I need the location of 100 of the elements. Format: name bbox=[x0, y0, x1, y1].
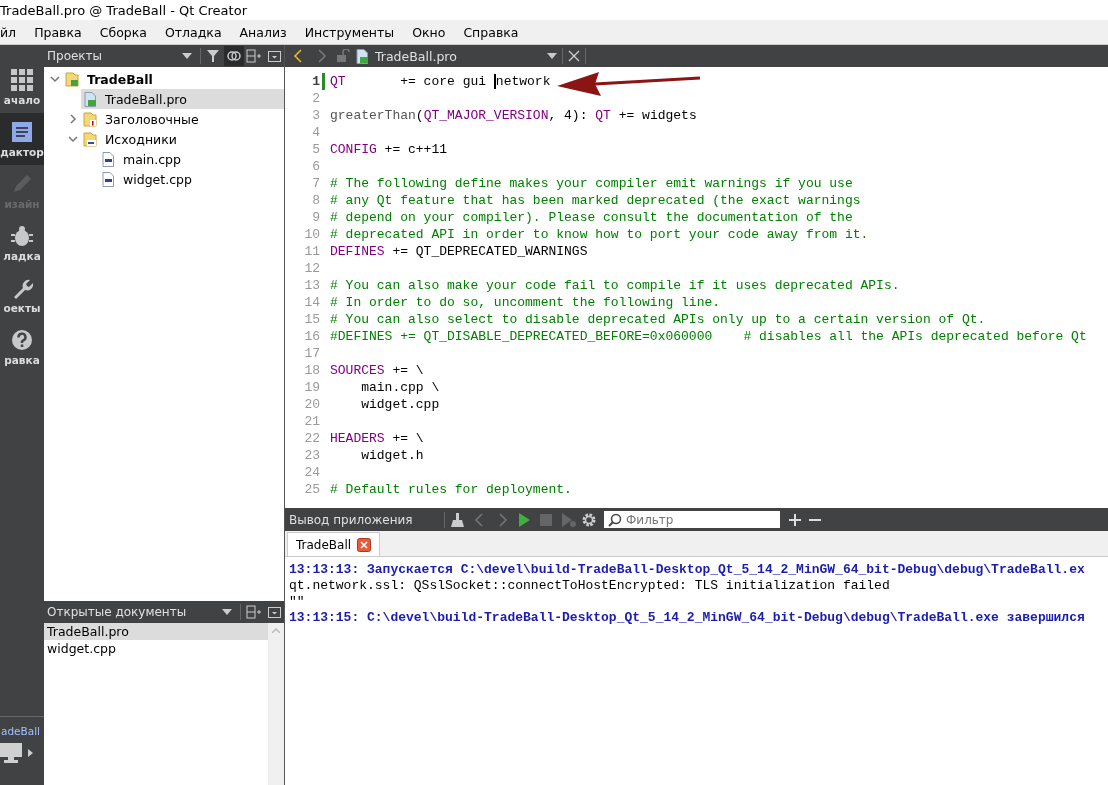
code-line: #DEFINES += QT_DISABLE_DEPRECATED_BEFORE=0x060000 # disables all the APIs deprecated before Qt bbox=[330, 329, 1087, 344]
line-number: 21 bbox=[303, 414, 321, 429]
folder-icon bbox=[83, 111, 97, 127]
filter-icon[interactable] bbox=[207, 49, 221, 63]
line-number: 22 bbox=[303, 431, 321, 446]
split-icon[interactable] bbox=[246, 49, 262, 63]
tree-item[interactable]: Заголовочные bbox=[105, 111, 199, 127]
dropdown-caret-icon[interactable] bbox=[222, 609, 232, 615]
menu-item[interactable]: Окно bbox=[403, 24, 455, 40]
line-number: 19 bbox=[303, 380, 321, 395]
menu-item[interactable]: Правка bbox=[25, 24, 91, 40]
line-number: 10 bbox=[303, 227, 321, 242]
line-number: 1 bbox=[311, 74, 321, 89]
document-item[interactable]: widget.cpp bbox=[44, 640, 268, 657]
code-line: # The following define makes your compiler emit warnings if you use bbox=[330, 176, 853, 191]
line-number: 14 bbox=[303, 295, 321, 310]
code-line: # In order to do so, uncomment the following line. bbox=[330, 295, 721, 310]
code-line: main.cpp \ bbox=[360, 380, 440, 395]
menu-item[interactable]: йл bbox=[0, 24, 26, 40]
tree-item[interactable]: Исходники bbox=[105, 131, 177, 147]
pane-title[interactable]: Открытые документы bbox=[47, 605, 217, 619]
add-icon[interactable] bbox=[786, 512, 804, 527]
file-icon bbox=[101, 151, 115, 167]
tree-item[interactable]: TradeBall bbox=[87, 71, 153, 87]
code-line: CONFIG += c++11 bbox=[330, 142, 448, 157]
code-line: SOURCES += \ bbox=[330, 363, 424, 378]
menu-item[interactable]: Анализ bbox=[230, 24, 296, 40]
mode-button[interactable]: равка bbox=[0, 321, 44, 373]
scrollbar[interactable] bbox=[268, 623, 284, 785]
code-line: widget.h bbox=[360, 448, 424, 463]
bug-icon bbox=[11, 224, 33, 247]
menu-item[interactable]: Сборка bbox=[90, 24, 156, 40]
line-number: 20 bbox=[303, 397, 321, 412]
split-icon[interactable] bbox=[246, 605, 262, 619]
dropdown-caret-icon[interactable] bbox=[182, 53, 192, 59]
line-number: 15 bbox=[303, 312, 321, 327]
kit-label: adeBall bbox=[0, 725, 42, 737]
line-number: 17 bbox=[303, 346, 321, 361]
output-line: "" bbox=[288, 593, 306, 609]
text-cursor bbox=[493, 74, 496, 89]
line-number: 6 bbox=[311, 159, 321, 174]
pane-title[interactable]: Проекты bbox=[47, 49, 177, 63]
line-number: 25 bbox=[303, 482, 321, 497]
code-line: DEFINES += QT_DEPRECATED_WARNINGS bbox=[330, 244, 588, 259]
line-number: 8 bbox=[311, 193, 321, 208]
menu-item[interactable]: Справка bbox=[454, 24, 528, 40]
line-number: 13 bbox=[303, 278, 321, 293]
settings-icon[interactable] bbox=[580, 511, 598, 528]
line-number: 23 bbox=[303, 448, 321, 463]
close-icon[interactable] bbox=[357, 537, 372, 552]
mode-button[interactable]: ачало bbox=[0, 61, 44, 113]
link-icon[interactable] bbox=[227, 51, 241, 61]
search-icon bbox=[608, 513, 622, 527]
line-number: 7 bbox=[311, 176, 321, 191]
code-line: # You can also make your code fail to compile if it uses deprecated APIs. bbox=[330, 278, 900, 293]
code-line: HEADERS += \ bbox=[330, 431, 424, 446]
editor-icon bbox=[11, 120, 33, 143]
output-line: 13:13:13: Запускается C:\devel\build-TradeBall-Desktop_Qt_5_14_2_MinGW_64_bit-Debug\debug\TradeBall.ex bbox=[288, 561, 1086, 577]
folder-icon bbox=[83, 131, 97, 147]
file-icon bbox=[83, 91, 97, 107]
tree-item[interactable]: widget.cpp bbox=[123, 171, 192, 187]
line-number: 24 bbox=[303, 465, 321, 480]
line-number: 5 bbox=[311, 142, 321, 157]
line-number: 3 bbox=[311, 108, 321, 123]
menu-item[interactable]: Отладка bbox=[155, 24, 231, 40]
grid-icon bbox=[11, 68, 33, 91]
line-number: 2 bbox=[311, 91, 321, 106]
line-number: 4 bbox=[311, 125, 321, 140]
code-line: # Default rules for deployment. bbox=[330, 482, 572, 497]
expand-arrow-icon[interactable] bbox=[28, 749, 33, 757]
line-number: 9 bbox=[311, 210, 321, 225]
pane-title: Вывод приложения bbox=[289, 512, 414, 527]
line-number: 18 bbox=[303, 363, 321, 378]
line-number: 16 bbox=[303, 329, 321, 344]
code-line: widget.cpp bbox=[360, 397, 440, 412]
close-pane-icon[interactable] bbox=[267, 606, 281, 618]
filter-field[interactable]: Фильтр bbox=[604, 511, 780, 528]
line-number: 11 bbox=[303, 244, 321, 259]
dropdown-caret-icon[interactable] bbox=[547, 53, 557, 59]
code-line: # depend on your compiler). Please consult the documentation of the bbox=[330, 210, 853, 225]
monitor-icon[interactable] bbox=[0, 743, 22, 763]
output-line: 13:13:15: C:\devel\build-TradeBall-Desktop_Qt_5_14_2_MinGW_64_bit-Debug\debug\TradeBall.exe завершился bbox=[288, 609, 1086, 625]
output-tab[interactable]: TradeBall bbox=[287, 532, 381, 556]
code-line: # You can also select to disable deprecated APIs only up to a certain version of Qt. bbox=[330, 312, 986, 327]
folder-icon bbox=[65, 71, 79, 87]
mode-button[interactable]: ладка bbox=[0, 217, 44, 269]
code-line: QT += core gui network bbox=[330, 74, 551, 89]
line-number: 12 bbox=[303, 261, 321, 276]
menu-item[interactable]: Инструменты bbox=[295, 24, 404, 40]
pencil-icon bbox=[11, 172, 33, 195]
help-icon bbox=[11, 328, 33, 351]
code-line: greaterThan(QT_MAJOR_VERSION, 4): QT += widgets bbox=[330, 108, 697, 123]
document-item[interactable]: TradeBall.pro bbox=[44, 623, 268, 640]
tree-item[interactable]: main.cpp bbox=[123, 151, 181, 167]
mode-button[interactable]: оекты bbox=[0, 269, 44, 321]
close-pane-icon[interactable] bbox=[267, 50, 281, 62]
mode-button[interactable]: дактор bbox=[0, 113, 44, 165]
code-line: # deprecated API in order to know how to port your code away from it. bbox=[330, 227, 869, 242]
file-selector[interactable]: TradeBall.pro bbox=[355, 48, 545, 64]
code-line: # any Qt feature that has been marked deprecated (the exact warnings bbox=[330, 193, 861, 208]
